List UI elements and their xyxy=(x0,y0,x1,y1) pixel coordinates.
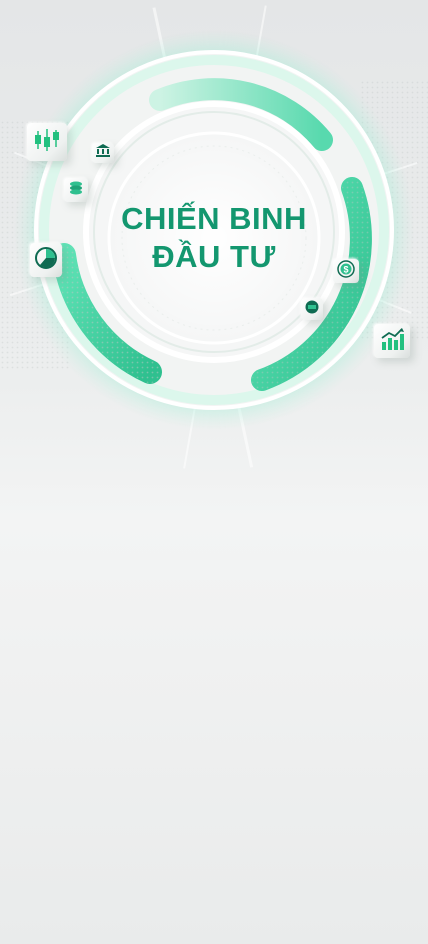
coins-cube xyxy=(64,178,88,202)
hero-title: CHIẾN BINH ĐẦU TƯ xyxy=(0,203,428,272)
content-area xyxy=(0,470,428,944)
pie-chart-cube xyxy=(30,243,62,277)
growth-chart-cube xyxy=(374,324,410,358)
money-icon xyxy=(305,300,319,319)
dollar-cube: $ xyxy=(333,259,359,283)
growth-chart-icon xyxy=(380,327,404,355)
bank-icon xyxy=(96,144,110,162)
dollar-exchange-icon: $ xyxy=(337,259,355,283)
hero-title-line1: CHIẾN BINH xyxy=(121,201,307,236)
candlestick-chart-icon xyxy=(33,127,61,158)
hero-title-line2: ĐẦU TƯ xyxy=(152,239,276,274)
money-cube xyxy=(301,298,323,320)
svg-text:$: $ xyxy=(343,264,348,274)
coins-stack-icon xyxy=(68,180,84,201)
candlestick-cube xyxy=(27,123,67,161)
hero-banner: CHIẾN BINH ĐẦU TƯ $ xyxy=(0,0,428,470)
bank-cube xyxy=(92,143,114,163)
pie-chart-icon xyxy=(34,246,58,275)
